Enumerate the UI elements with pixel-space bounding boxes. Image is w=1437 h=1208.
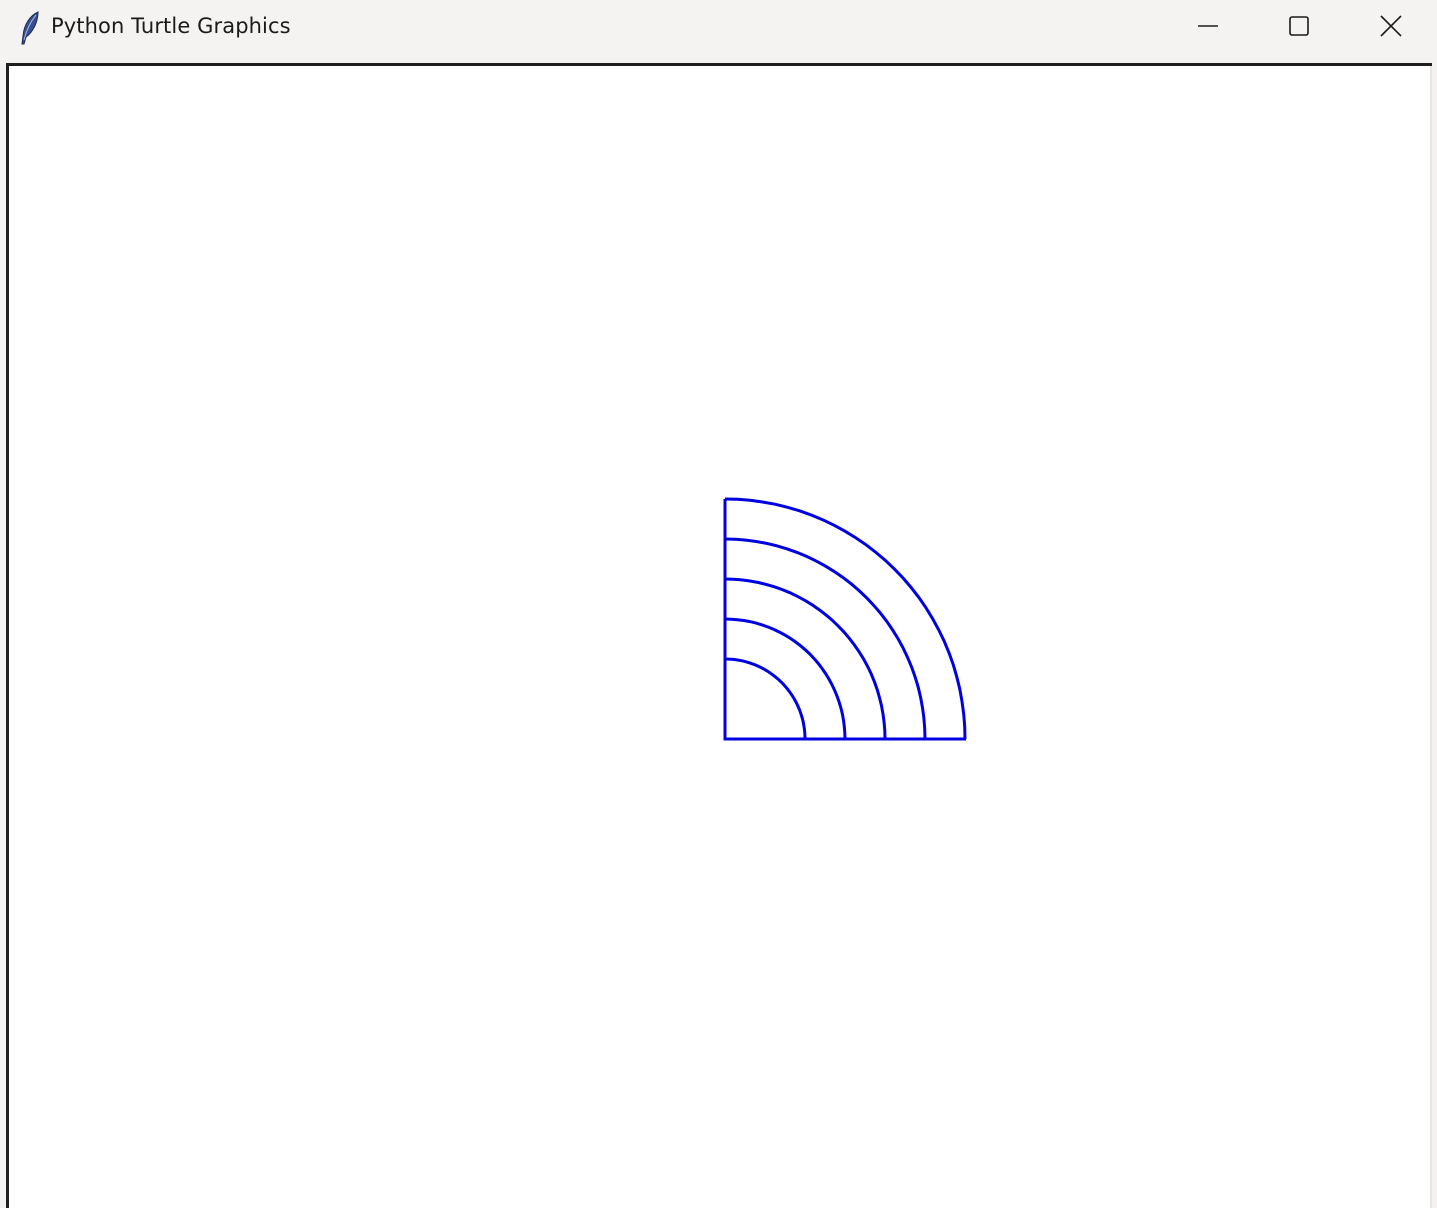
- quarter-arc-3: [724, 577, 887, 740]
- turtle-window: Python Turtle Graphics: [0, 0, 1437, 1208]
- quarter-arc-1: [724, 657, 807, 740]
- turtle-drawing: [723, 497, 967, 741]
- quarter-edges: [723, 499, 966, 741]
- quarter-arc-5: [724, 497, 967, 740]
- quarter-arc-2: [724, 617, 847, 740]
